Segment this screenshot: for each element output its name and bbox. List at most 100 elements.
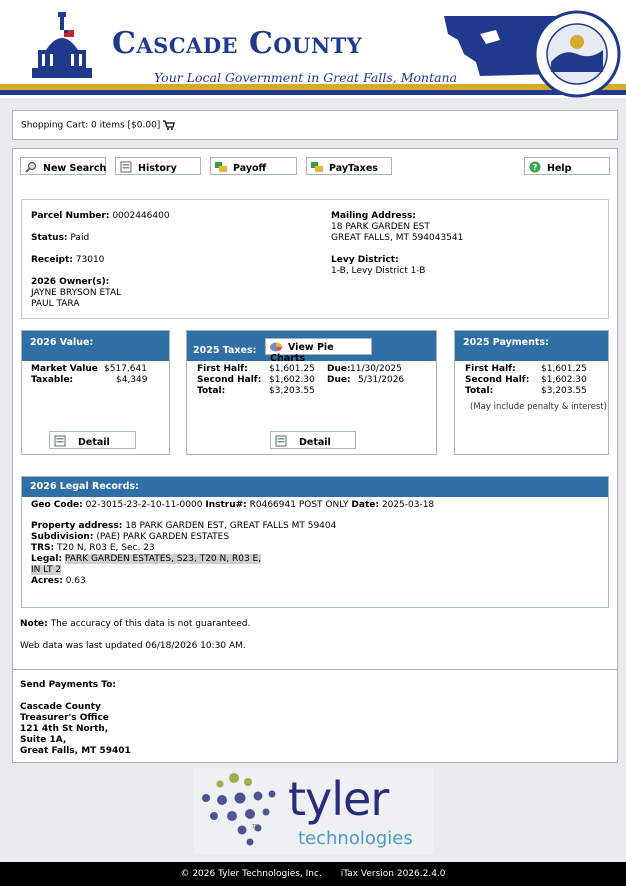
county-seal-icon <box>533 10 621 98</box>
detail-icon <box>275 435 287 447</box>
acres-value: 0.63 <box>65 576 86 586</box>
send-address-line2: Treasurer's Office <box>20 713 109 723</box>
levy-district-label: Levy District: <box>331 255 399 265</box>
payments-card: 2025 Payments: First Half: $1,601.25 Sec… <box>454 330 609 455</box>
help-button[interactable]: ? Help <box>524 157 610 175</box>
subdivision-row: Subdivision: (PAE) PARK GARDEN ESTATES <box>31 532 229 543</box>
note-text: The accuracy of this data is not guarant… <box>50 619 251 629</box>
value-card: 2026 Value: Market Value $517,641 Taxabl… <box>21 330 170 455</box>
taxes-second-half-label: Second Half: <box>197 375 262 385</box>
owners-label: 2026 Owner(s): <box>31 277 110 287</box>
taxes-detail-label: Detail <box>299 437 331 448</box>
receipt-label: Receipt: <box>31 255 73 265</box>
cart-icon[interactable] <box>163 120 175 130</box>
instru-label: Instru#: <box>205 500 247 510</box>
send-payments-panel: Send Payments To: Cascade County Treasur… <box>12 669 618 763</box>
subdivision-value: (PAE) PARK GARDEN ESTATES <box>96 532 230 542</box>
send-address-line1: Cascade County <box>20 702 101 712</box>
market-value: $517,641 <box>104 364 147 374</box>
legal-description-line2: IN LT 2 <box>31 565 62 575</box>
note-label: Note: <box>20 619 48 629</box>
geo-code-row: Geo Code: 02-3015-23-2-10-11-0000 Instru… <box>31 500 434 511</box>
tyler-wordmark: tyler <box>288 772 389 826</box>
payments-first-half-value: $1,601.25 <box>541 364 587 374</box>
technologies-wordmark: technologies <box>298 828 413 849</box>
parcel-number-row: Parcel Number: 0002446400 <box>31 211 170 222</box>
instru-value: R0466941 POST ONLY <box>249 500 349 510</box>
taxes-total-value: $3,203.55 <box>269 386 315 396</box>
site-tagline: Your Local Government in Great Falls, Mo… <box>154 70 458 85</box>
history-icon <box>120 161 132 173</box>
trs-value: T20 N, R03 E, Sec. 23 <box>57 543 155 553</box>
mailing-address-line1: 18 PARK GARDEN EST <box>331 222 430 232</box>
new-search-label: New Search <box>43 163 107 174</box>
help-icon: ? <box>529 161 541 173</box>
capitol-building-icon <box>32 12 92 78</box>
value-detail-button[interactable]: Detail <box>49 431 136 449</box>
parcel-info-box: Parcel Number: 0002446400 Status: Paid R… <box>21 199 609 319</box>
owner-name-1: JAYNE BRYSON ETAL <box>31 288 122 298</box>
taxes-first-half-value: $1,601.25 <box>269 364 315 374</box>
send-address-line5: Great Falls, MT 59401 <box>20 746 131 756</box>
payoff-button[interactable]: Payoff <box>210 157 297 175</box>
mailing-address-line2: GREAT FALLS, MT 594043541 <box>331 233 464 243</box>
legal-row-2: IN LT 2 <box>31 565 62 576</box>
legal-row: Legal: PARK GARDEN ESTATES, S23, T20 N, … <box>31 554 262 565</box>
send-payments-heading: Send Payments To: <box>20 680 116 690</box>
taxes-card: 2025 Taxes: View Pie Charts First Half: … <box>186 330 437 455</box>
send-address-line4: Suite 1A, <box>20 735 67 745</box>
taxes-detail-button[interactable]: Detail <box>270 431 356 449</box>
tyler-technologies-logo: TM tyler technologies <box>194 768 434 854</box>
levy-district-value: 1-B, Levy District 1-B <box>331 266 426 276</box>
shopping-cart-text[interactable]: Shopping Cart: 0 items [$0.00] <box>21 121 160 131</box>
paytaxes-label: PayTaxes <box>329 163 378 174</box>
site-footer: © 2026 Tyler Technologies, Inc. iTax Ver… <box>0 862 626 886</box>
new-search-button[interactable]: New Search <box>20 157 106 175</box>
history-button[interactable]: History <box>115 157 201 175</box>
due-label-2: Due: <box>327 375 351 385</box>
property-address-row: Property address: 18 PARK GARDEN EST, GR… <box>31 521 336 532</box>
legal-description-line1: PARK GARDEN ESTATES, S23, T20 N, R03 E, <box>64 554 262 564</box>
view-pie-charts-button[interactable]: View Pie Charts <box>265 338 372 364</box>
taxes-second-half-value: $1,602.30 <box>269 375 315 385</box>
owner-name-2: PAUL TARA <box>31 299 80 309</box>
status-row: Status: Paid <box>31 233 89 244</box>
payments-first-half-label: First Half: <box>465 364 516 374</box>
payments-total-value: $3,203.55 <box>541 386 587 396</box>
trademark-mark: TM <box>252 824 260 830</box>
accuracy-note: Note: The accuracy of this data is not g… <box>20 619 250 629</box>
taxable-value: $4,349 <box>116 375 148 385</box>
pie-chart-icon <box>270 342 282 352</box>
property-address-value: 18 PARK GARDEN EST, GREAT FALLS MT 59404 <box>125 521 337 531</box>
trs-row: TRS: T20 N, R03 E, Sec. 23 <box>31 543 155 554</box>
receipt-row: Receipt: 73010 <box>31 255 104 266</box>
tyler-dots-icon <box>202 773 276 846</box>
mailing-address-label: Mailing Address: <box>331 211 416 221</box>
payments-total-label: Total: <box>465 386 494 396</box>
taxes-card-header: 2025 Taxes: View Pie Charts <box>187 331 436 364</box>
date-label: Date: <box>351 500 379 510</box>
trs-label: TRS: <box>31 543 55 553</box>
taxes-card-title: 2025 Taxes: <box>193 345 257 356</box>
due-date-2: 5/31/2026 <box>358 375 405 385</box>
payments-second-half-value: $1,602.30 <box>541 375 587 385</box>
acres-label: Acres: <box>31 576 63 586</box>
last-updated-text: Web data was last updated 06/18/2026 10:… <box>20 641 246 651</box>
acres-row: Acres: 0.63 <box>31 576 86 587</box>
payoff-label: Payoff <box>233 163 267 174</box>
footer-version: iTax Version 2026.2.4.0 <box>340 869 446 879</box>
payments-note: (May include penalty & interest) <box>470 402 607 412</box>
geo-code-label: Geo Code: <box>31 500 83 510</box>
status-value: Paid <box>70 233 90 243</box>
status-label: Status: <box>31 233 68 243</box>
due-date-1: 11/30/2025 <box>350 364 402 374</box>
paytaxes-icon <box>311 162 323 172</box>
payoff-icon <box>215 162 227 172</box>
payments-card-header: 2025 Payments: <box>455 331 608 361</box>
subdivision-label: Subdivision: <box>31 532 94 542</box>
receipt-value: 73010 <box>75 255 105 265</box>
date-value: 2025-03-18 <box>381 500 435 510</box>
shopping-cart-bar[interactable]: Shopping Cart: 0 items [$0.00] <box>12 110 618 140</box>
legal-label: Legal: <box>31 554 63 564</box>
paytaxes-button[interactable]: PayTaxes <box>306 157 392 175</box>
